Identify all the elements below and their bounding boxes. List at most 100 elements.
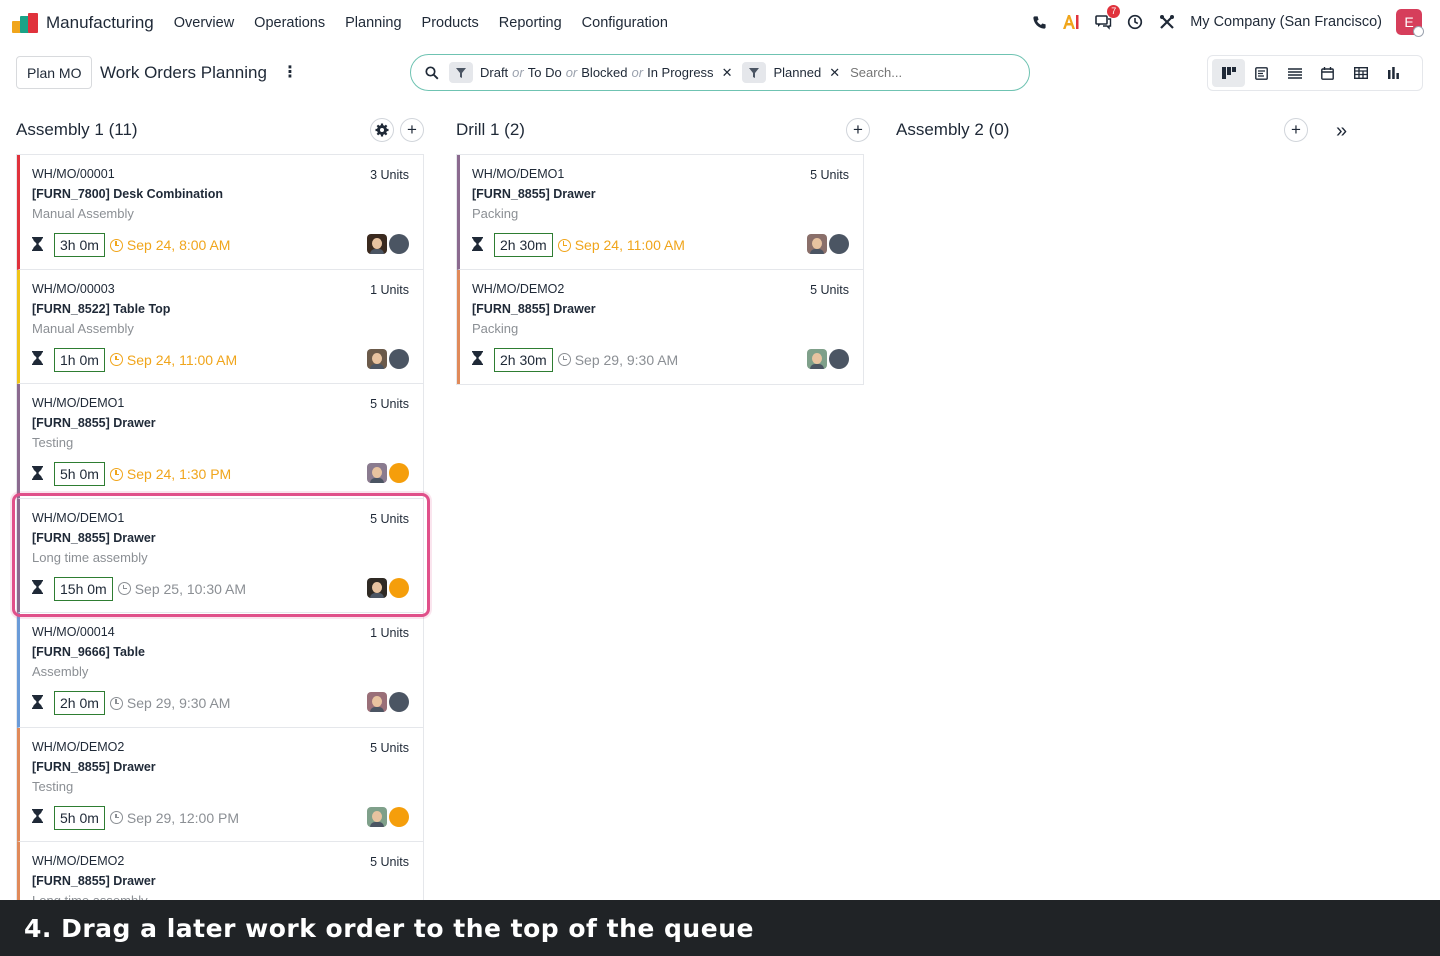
search-bar[interactable]: Draft or To Do or Blocked or In Progress… (410, 54, 1030, 91)
work-order-card[interactable]: WH/MO/DEMO1 5 Units [FURN_8855] Drawer Pack… (457, 155, 863, 270)
planned-date[interactable]: Sep 29, 12:00 PM (109, 810, 239, 826)
quantity: 5 Units (370, 397, 409, 411)
list-view-icon[interactable] (1278, 59, 1311, 87)
message-count-badge: 7 (1107, 5, 1121, 18)
planned-date[interactable]: Sep 29, 9:30 AM (557, 352, 678, 368)
app-name[interactable]: Manufacturing (46, 13, 154, 33)
planned-date[interactable]: Sep 24, 1:30 PM (109, 466, 232, 482)
employee-avatar[interactable] (367, 463, 387, 483)
search-icon[interactable] (425, 65, 439, 80)
employee-avatar[interactable] (367, 577, 387, 598)
duration-field[interactable]: 2h 30m (494, 347, 553, 372)
kanban-column-drill-1: Drill 1 (2) + WH/MO/DEMO1 5 Units [FURN_88… (456, 112, 870, 385)
status-indicator[interactable] (829, 234, 849, 254)
employee-avatar[interactable] (367, 692, 387, 712)
add-card-button[interactable]: + (400, 118, 424, 142)
hourglass-icon (32, 694, 54, 712)
planned-date[interactable]: Sep 24, 11:00 AM (109, 352, 237, 368)
clock-icon[interactable] (1126, 13, 1144, 31)
duration-field[interactable]: 5h 0m (54, 462, 105, 486)
work-order-card[interactable]: WH/MO/00014 1 Units [FURN_9666] Table Assem… (17, 613, 423, 728)
employee-avatar[interactable] (367, 348, 387, 369)
status-filter-facet[interactable]: Draft or To Do or Blocked or In Progress… (449, 62, 732, 83)
planned-date[interactable]: Sep 29, 9:30 AM (109, 695, 230, 711)
control-panel: Plan MO Work Orders Planning ⋮ Draft or … (0, 52, 1440, 94)
company-switcher[interactable]: My Company (San Francisco) (1190, 14, 1382, 30)
remove-filter-icon[interactable]: ✕ (829, 65, 840, 81)
work-order-card[interactable]: WH/MO/DEMO2 5 Units [FURN_8855] Drawer Pack… (457, 269, 863, 384)
status-indicator[interactable] (389, 348, 409, 369)
hourglass-icon (32, 465, 54, 483)
plan-mo-button[interactable]: Plan MO (16, 56, 93, 89)
work-order-card[interactable]: WH/MO/DEMO2 5 Units [FURN_8855] Drawer Long… (17, 842, 423, 900)
duration-field[interactable]: 2h 0m (54, 691, 105, 715)
work-order-card[interactable]: WH/MO/DEMO1 5 Units [FURN_8855] Drawer Long… (17, 498, 423, 613)
gear-icon[interactable] (370, 118, 394, 142)
column-title[interactable]: Drill 1 (2) (456, 120, 525, 140)
card-footer: 1h 0m Sep 24, 11:00 AM (32, 347, 409, 372)
planned-date[interactable]: Sep 25, 10:30 AM (117, 581, 246, 597)
duration-field[interactable]: 3h 0m (54, 233, 105, 257)
tools-icon[interactable] (1158, 13, 1176, 31)
planned-filter-facet[interactable]: Planned ✕ (742, 62, 840, 83)
status-indicator[interactable] (389, 577, 409, 598)
planned-date[interactable]: Sep 24, 11:00 AM (557, 237, 685, 253)
actions-menu-icon[interactable]: ⋮ (282, 62, 298, 82)
assignees (367, 692, 409, 712)
product-name: [FURN_7800] Desk Combination (32, 187, 224, 201)
add-card-button[interactable]: + (1284, 118, 1308, 142)
duration-field[interactable]: 2h 30m (494, 233, 553, 257)
search-input[interactable] (850, 65, 1011, 80)
menu-products[interactable]: Products (422, 15, 479, 31)
filter-part-todo: To Do (527, 65, 562, 80)
filter-part-planned: Planned (773, 65, 822, 80)
calendar-view-icon[interactable] (1311, 59, 1344, 87)
planned-date[interactable]: Sep 24, 8:00 AM (109, 237, 231, 253)
employee-avatar[interactable] (807, 234, 827, 254)
assignees (367, 348, 409, 369)
graph-view-icon[interactable] (1377, 59, 1410, 87)
clock-icon (109, 353, 123, 366)
column-title[interactable]: Assembly 2 (0) (896, 120, 1009, 140)
duration-field[interactable]: 1h 0m (54, 347, 105, 372)
planned-date-text: Sep 24, 8:00 AM (126, 237, 231, 253)
page-title: Work Orders Planning (100, 63, 267, 82)
status-indicator[interactable] (389, 463, 409, 483)
menu-reporting[interactable]: Reporting (499, 15, 562, 31)
fold-columns-icon[interactable]: » (1336, 120, 1347, 143)
duration-field[interactable]: 15h 0m (54, 576, 113, 601)
employee-avatar[interactable] (367, 234, 387, 254)
column-title[interactable]: Assembly 1 (11) (16, 120, 138, 140)
add-card-button[interactable]: + (846, 118, 870, 142)
work-order-card[interactable]: WH/MO/00003 1 Units [FURN_8522] Table Top M… (17, 269, 423, 384)
status-indicator[interactable] (389, 806, 409, 827)
operation-name: Packing (472, 320, 519, 336)
work-order-card[interactable]: WH/MO/DEMO2 5 Units [FURN_8855] Drawer Test… (17, 727, 423, 842)
employee-avatar[interactable] (807, 348, 827, 369)
menu-operations[interactable]: Operations (254, 15, 325, 31)
menu-overview[interactable]: Overview (174, 15, 234, 31)
status-indicator[interactable] (829, 348, 849, 369)
card-footer: 2h 0m Sep 29, 9:30 AM (32, 691, 409, 715)
status-indicator[interactable] (389, 234, 409, 254)
work-order-card[interactable]: WH/MO/00001 3 Units [FURN_7800] Desk Combi… (17, 155, 423, 270)
operation-name: Testing (32, 778, 74, 794)
ai-icon[interactable] (1062, 13, 1080, 31)
form-view-icon[interactable] (1245, 59, 1278, 87)
user-avatar[interactable]: E (1396, 9, 1424, 37)
planned-date-text: Sep 24, 1:30 PM (126, 466, 232, 482)
chat-icon[interactable]: 7 (1094, 5, 1121, 31)
menu-planning[interactable]: Planning (345, 15, 401, 31)
phone-icon[interactable] (1030, 13, 1048, 31)
status-indicator[interactable] (389, 692, 409, 712)
employee-avatar[interactable] (367, 806, 387, 827)
app-logo-icon[interactable] (12, 13, 38, 33)
menu-configuration[interactable]: Configuration (582, 15, 668, 31)
column-header: Drill 1 (2) + (456, 112, 870, 148)
work-order-card[interactable]: WH/MO/DEMO1 5 Units [FURN_8855] Drawer Test… (17, 384, 423, 499)
kanban-view-icon[interactable] (1212, 59, 1245, 87)
pivot-view-icon[interactable] (1344, 59, 1377, 87)
duration-field[interactable]: 5h 0m (54, 805, 105, 830)
remove-filter-icon[interactable]: ✕ (722, 65, 733, 81)
operation-name: Assembly (32, 664, 89, 679)
